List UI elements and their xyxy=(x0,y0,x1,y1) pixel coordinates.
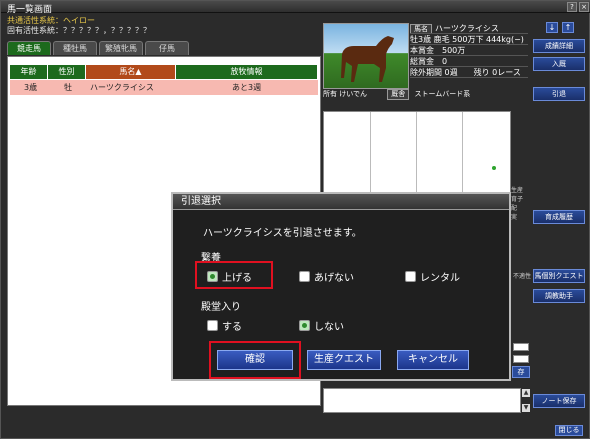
option-label: あげない xyxy=(314,273,354,284)
scroll-up-icon[interactable]: ▲ xyxy=(522,389,530,397)
retire-dialog: 引退選択 ハーツクライシスを引退させます。 繋養 上げる あげない レンタル 殿… xyxy=(171,192,511,381)
dialog-title: 引退選択 xyxy=(173,194,509,210)
retire-button[interactable]: 引退 xyxy=(533,87,585,101)
aptitude-label: 不適性 xyxy=(513,273,532,280)
option-rental[interactable]: レンタル xyxy=(405,269,460,284)
close-icon[interactable]: × xyxy=(579,2,589,12)
tab-foal[interactable]: 仔馬 xyxy=(145,41,189,55)
option-label: する xyxy=(222,322,242,333)
option-label: レンタル xyxy=(420,273,460,284)
arrow-down-button[interactable]: ↓ xyxy=(546,22,558,33)
horse-exclusion: 除外期間 0週 残り 0レース xyxy=(410,67,528,78)
graph-legend: 生産 育子 配 実 xyxy=(511,185,529,221)
legend-item: 実 xyxy=(511,214,518,221)
confirm-button[interactable]: 確認 xyxy=(217,350,293,370)
table-header: 年齢 性別 馬名▲ 放牧情報 xyxy=(10,65,318,79)
option-enshrine[interactable]: する xyxy=(207,318,242,333)
legend-item: 配 xyxy=(511,205,518,212)
partial-button[interactable]: 存 xyxy=(512,366,530,378)
partial-field xyxy=(513,355,529,363)
horse-name: ハーツクライシス xyxy=(435,24,499,33)
scroll-down-icon[interactable]: ▼ xyxy=(522,404,530,412)
horse-name-row: 馬名 ハーツクライシス xyxy=(410,23,528,34)
legend-item: 育子 xyxy=(511,196,524,203)
cell-sex: 牡 xyxy=(64,83,72,92)
option-not-raise[interactable]: あげない xyxy=(299,269,354,284)
hall-of-fame-label: 殿堂入り xyxy=(201,302,241,313)
radio-icon[interactable] xyxy=(405,271,416,282)
horse-prize: 本賞金 500万 xyxy=(410,45,528,56)
radio-selected-icon[interactable] xyxy=(207,271,218,282)
col-name[interactable]: 馬名▲ xyxy=(86,65,176,79)
legend-item: 生産 xyxy=(511,187,524,194)
stable: ストームバード系 xyxy=(414,90,471,98)
cell-info: あと3週 xyxy=(232,83,262,92)
col-pasture-info[interactable]: 放牧情報 xyxy=(176,65,318,79)
record-detail-button[interactable]: 成績詳細 xyxy=(533,39,585,53)
window-title: 馬一覧画面 xyxy=(7,5,53,15)
cancel-button[interactable]: キャンセル xyxy=(397,350,469,370)
horse-owner-row: 所有 けいでん 厩舎 ストームバード系 xyxy=(323,89,529,100)
training-history-button[interactable]: 育成履歴 xyxy=(533,210,585,224)
name-tag: 馬名 xyxy=(410,24,432,33)
table-row[interactable]: 3歳 牡 ハーツクライシス あと3週 xyxy=(10,80,318,95)
graph-point xyxy=(492,166,496,170)
option-raise[interactable]: 上げる xyxy=(207,269,252,284)
horse-silhouette-icon xyxy=(341,36,394,82)
tab-stallion[interactable]: 種牡馬 xyxy=(53,41,97,55)
note-textarea[interactable] xyxy=(323,388,521,413)
col-sex[interactable]: 性別 xyxy=(48,65,86,79)
training-assistant-button[interactable]: 調教助手 xyxy=(533,289,585,303)
dialog-message: ハーツクライシスを引退させます。 xyxy=(203,228,362,239)
production-quest-button[interactable]: 生産クエスト xyxy=(307,350,381,370)
radio-selected-icon[interactable] xyxy=(299,320,310,331)
horse-profile: 牡3歳 鹿毛 500万下 444kg(−) xyxy=(410,34,528,45)
tab-racehorse[interactable]: 競走馬 xyxy=(7,41,51,55)
cell-age: 3歳 xyxy=(24,83,38,92)
title-bar: 馬一覧画面 ? × xyxy=(1,1,590,15)
col-age[interactable]: 年齢 xyxy=(10,65,48,79)
stable-entry-button[interactable]: 入厩 xyxy=(533,57,585,71)
option-label: しない xyxy=(314,322,344,333)
arrow-up-button[interactable]: ↑ xyxy=(562,22,574,33)
owner: 所有 けいでん xyxy=(323,90,368,98)
radio-icon[interactable] xyxy=(299,271,310,282)
close-window-button[interactable]: 閉じる xyxy=(555,425,583,436)
horse-quest-button[interactable]: 馬個別クエスト xyxy=(533,269,585,283)
stable-tag: 厩舎 xyxy=(387,89,410,100)
save-note-button[interactable]: ノート保存 xyxy=(533,394,585,408)
unique-lineage: 固有活性系統：？？？？？，？？？？？ xyxy=(7,26,151,35)
tab-broodmare[interactable]: 繁殖牝馬 xyxy=(99,41,143,55)
radio-icon[interactable] xyxy=(207,320,218,331)
help-button[interactable]: ? xyxy=(567,2,577,12)
horse-info: 馬名 ハーツクライシス 牡3歳 鹿毛 500万下 444kg(−) 本賞金 500… xyxy=(410,23,528,78)
option-label: 上げる xyxy=(222,273,252,284)
option-not-enshrine[interactable]: しない xyxy=(299,318,344,333)
cell-name: ハーツクライシス xyxy=(90,83,154,92)
horse-total-prize: 総賞金 0 xyxy=(410,56,528,67)
partial-field xyxy=(513,343,529,351)
horse-photo xyxy=(323,23,409,89)
